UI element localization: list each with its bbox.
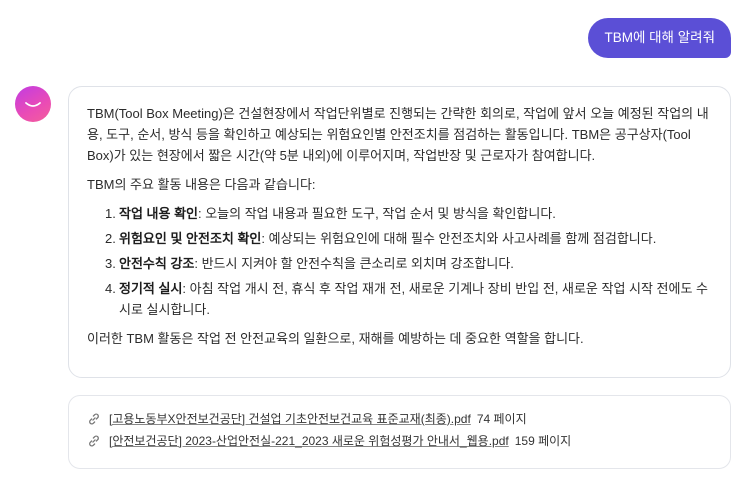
list-item-number: 3.	[105, 256, 116, 271]
answer-conclusion: 이러한 TBM 활동은 작업 전 안전교육의 일환으로, 재해를 예방하는 데 …	[87, 331, 584, 346]
list-item-text: : 반드시 지켜야 할 안전수칙을 큰소리로 외치며 강조합니다.	[194, 256, 514, 271]
user-message-bubble: TBM에 대해 알려줘	[588, 18, 731, 58]
source-item[interactable]: [안전보건공단] 2023-산업안전실-221_2023 새로운 위험성평가 안…	[87, 432, 712, 450]
list-item: 2. 위험요인 및 안전조치 확인: 예상되는 위험요인에 대해 필수 안전조치…	[105, 228, 712, 249]
list-item-number: 2.	[105, 231, 116, 246]
list-item: 3. 안전수칙 강조: 반드시 지켜야 할 안전수칙을 큰소리로 외치며 강조합…	[105, 253, 712, 274]
answer-intro: TBM(Tool Box Meeting)은 건설현장에서 작업단위별로 진행되…	[87, 106, 709, 163]
answer-list-lead: TBM의 주요 활동 내용은 다음과 같습니다:	[87, 177, 316, 192]
list-item-title: 위험요인 및 안전조치 확인	[119, 231, 262, 246]
list-item: 4. 정기적 실시: 아침 작업 개시 전, 휴식 후 작업 재개 전, 새로운…	[105, 278, 712, 320]
list-item: 1. 작업 내용 확인: 오늘의 작업 내용과 필요한 도구, 작업 순서 및 …	[105, 203, 712, 224]
list-item-text: : 오늘의 작업 내용과 필요한 도구, 작업 순서 및 방식을 확인합니다.	[197, 206, 556, 221]
list-item-title: 작업 내용 확인	[119, 206, 198, 221]
list-item-title: 정기적 실시	[119, 281, 183, 296]
source-link[interactable]: [고용노동부X안전보건공단] 건설업 기초안전보건교육 표준교재(최종).pdf	[109, 410, 471, 428]
sources-card: [고용노동부X안전보건공단] 건설업 기초안전보건교육 표준교재(최종).pdf…	[68, 395, 731, 469]
activity-list: 1. 작업 내용 확인: 오늘의 작업 내용과 필요한 도구, 작업 순서 및 …	[87, 203, 712, 320]
list-item-text: : 아침 작업 개시 전, 휴식 후 작업 재개 전, 새로운 기계나 장비 반…	[119, 281, 709, 317]
list-item-number: 1.	[105, 206, 116, 221]
link-icon	[89, 413, 99, 425]
source-item[interactable]: [고용노동부X안전보건공단] 건설업 기초안전보건교육 표준교재(최종).pdf…	[87, 410, 712, 428]
list-item-number: 4.	[105, 281, 116, 296]
list-item-title: 안전수칙 강조	[119, 256, 195, 271]
user-message-text: TBM에 대해 알려줘	[604, 30, 715, 45]
assistant-avatar	[15, 86, 51, 122]
list-item-text: : 예상되는 위험요인에 대해 필수 안전조치와 사고사례를 함께 점검합니다.	[261, 231, 657, 246]
assistant-answer-card: TBM(Tool Box Meeting)은 건설현장에서 작업단위별로 진행되…	[68, 86, 731, 378]
link-icon	[89, 435, 99, 447]
source-page-count: 159 페이지	[514, 434, 572, 448]
source-link[interactable]: [안전보건공단] 2023-산업안전실-221_2023 새로운 위험성평가 안…	[109, 432, 509, 450]
smile-icon	[25, 102, 41, 107]
source-page-count: 74 페이지	[476, 412, 527, 426]
